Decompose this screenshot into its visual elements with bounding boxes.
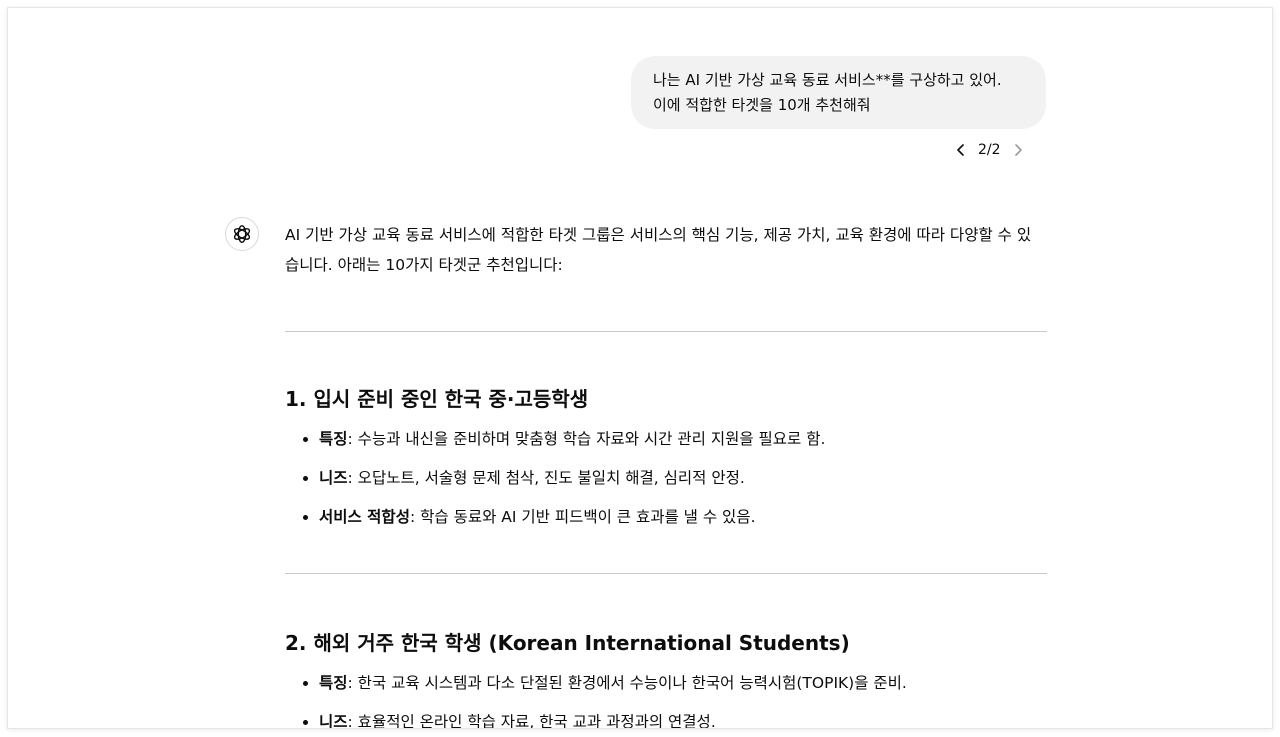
response-page-count: 2/2 (978, 142, 1001, 158)
list-item-key: 니즈 (319, 469, 348, 487)
next-response-button[interactable] (1007, 139, 1029, 161)
list-item-text: : 오답노트, 서술형 문제 첨삭, 진도 불일치 해결, 심리적 안정. (347, 469, 745, 487)
assistant-response: AI 기반 가상 교육 동료 서비스에 적합한 타겟 그룹은 서비스의 핵심 기… (285, 220, 1047, 728)
response-intro-line-1: AI 기반 가상 교육 동료 서비스에 적합한 타겟 그룹은 서비스의 핵심 기… (285, 226, 1032, 244)
list-item-key: 특징 (319, 430, 348, 448)
user-message-line-1: 나는 AI 기반 가상 교육 동료 서비스**를 구상하고 있어. (653, 71, 1002, 89)
openai-logo-icon (233, 225, 251, 243)
chevron-right-icon (1014, 144, 1022, 156)
assistant-avatar (225, 217, 259, 251)
section-1-list: 특징: 수능과 내신을 준비하며 맞춤형 학습 자료와 시간 관리 지원을 필요… (285, 428, 1047, 528)
section-2-title: 2. 해외 거주 한국 학생 (Korean International Stu… (285, 631, 850, 655)
list-item-text: : 수능과 내신을 준비하며 맞춤형 학습 자료와 시간 관리 지원을 필요로 … (347, 430, 826, 448)
list-item-key: 특징 (319, 674, 348, 692)
list-item-text: : 효율적인 온라인 학습 자료, 한국 교과 과정과의 연결성. (347, 713, 716, 728)
list-item: 니즈: 효율적인 온라인 학습 자료, 한국 교과 과정과의 연결성. (319, 711, 1047, 728)
response-pager: 2/2 (950, 138, 1029, 162)
response-intro-line-2: 습니다. 아래는 10가지 타겟군 추천입니다: (285, 256, 563, 274)
chat-window: 나는 AI 기반 가상 교육 동료 서비스**를 구상하고 있어. 이에 적합한… (8, 8, 1272, 728)
section-1-title: 1. 입시 준비 중인 한국 중·고등학생 (285, 387, 589, 411)
chevron-left-icon (957, 144, 964, 156)
list-item: 특징: 수능과 내신을 준비하며 맞춤형 학습 자료와 시간 관리 지원을 필요… (319, 428, 1047, 450)
list-item-key: 니즈 (319, 713, 348, 728)
list-item-text: : 한국 교육 시스템과 다소 단절된 환경에서 수능이나 한국어 능력시험(T… (347, 674, 907, 692)
list-item-key: 서비스 적합성 (319, 508, 410, 526)
user-message-bubble: 나는 AI 기반 가상 교육 동료 서비스**를 구상하고 있어. 이에 적합한… (631, 56, 1046, 129)
section-2-list: 특징: 한국 교육 시스템과 다소 단절된 환경에서 수능이나 한국어 능력시험… (285, 672, 1047, 728)
previous-response-button[interactable] (950, 139, 972, 161)
response-intro: AI 기반 가상 교육 동료 서비스에 적합한 타겟 그룹은 서비스의 핵심 기… (285, 220, 1047, 280)
list-item: 니즈: 오답노트, 서술형 문제 첨삭, 진도 불일치 해결, 심리적 안정. (319, 467, 1047, 489)
user-message-line-2: 이에 적합한 타겟을 10개 추천해줘 (653, 96, 871, 114)
list-item-text: : 학습 동료와 AI 기반 피드백이 큰 효과를 낼 수 있음. (409, 508, 756, 526)
list-item: 서비스 적합성: 학습 동료와 AI 기반 피드백이 큰 효과를 낼 수 있음. (319, 506, 1047, 528)
list-item: 특징: 한국 교육 시스템과 다소 단절된 환경에서 수능이나 한국어 능력시험… (319, 672, 1047, 694)
